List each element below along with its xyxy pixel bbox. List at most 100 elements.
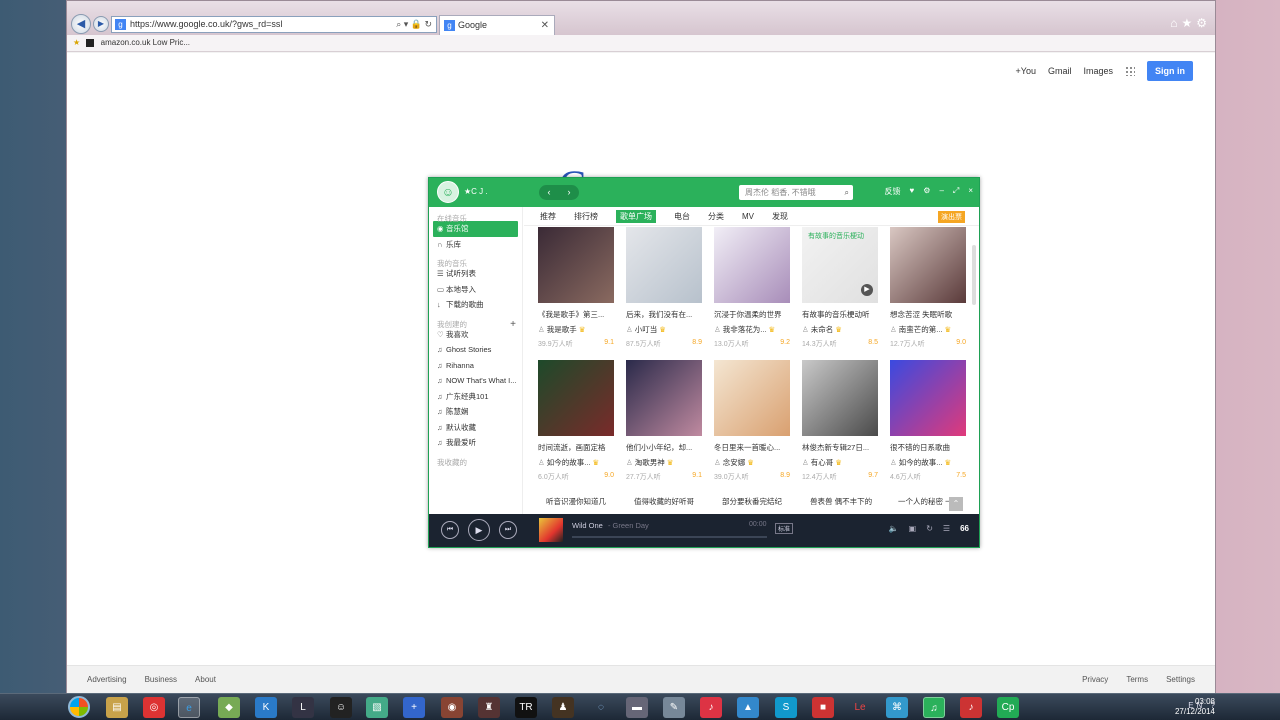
close-icon[interactable]: × <box>968 186 973 197</box>
clock[interactable]: 03:08 27/12/2014 <box>1175 697 1215 717</box>
link-gmail[interactable]: Gmail <box>1048 66 1072 76</box>
league-icon[interactable]: L <box>292 697 314 718</box>
playlist-title[interactable]: 有故事的音乐梗动听 <box>802 309 878 320</box>
settings-gear-icon[interactable]: ⚙ <box>923 186 930 197</box>
tab-mv[interactable]: MV <box>742 207 754 225</box>
sign-in-button[interactable]: Sign in <box>1147 61 1193 81</box>
playlist-title[interactable]: 兽表兽 偶不丰下的 <box>810 496 872 507</box>
playlist-title[interactable]: 他们小小年纪，却... <box>626 442 702 453</box>
user-avatar-icon[interactable]: ☺ <box>437 181 459 203</box>
playlist-creator[interactable]: ♙ 未命名 ♛ <box>802 324 878 335</box>
playlist-cover[interactable] <box>626 227 702 303</box>
itunes-icon[interactable]: ♪ <box>700 697 722 718</box>
explorer-icon[interactable]: ▤ <box>106 697 128 718</box>
playlist-card[interactable]: 林俊杰新专辑27日... ♙ 有心哥 ♛ 12.4万人听 9.7 <box>802 360 878 481</box>
playlist-cover[interactable] <box>626 360 702 436</box>
playlist-title[interactable]: 很不错的日系歌曲 <box>890 442 966 453</box>
app-icon[interactable]: ◆ <box>218 697 240 718</box>
network-app-icon[interactable]: ⌘ <box>886 697 908 718</box>
footer-about[interactable]: About <box>195 675 216 684</box>
playlist-creator[interactable]: ♙ 小叮当 ♛ <box>626 324 702 335</box>
game2-icon[interactable]: ♜ <box>478 697 500 718</box>
forward-button[interactable]: ▶ <box>93 16 109 32</box>
favorites-star-icon[interactable]: ★ <box>73 38 80 47</box>
playlist-icon[interactable]: ☰ <box>943 524 950 533</box>
loop-icon[interactable]: ↻ <box>926 524 933 533</box>
play-overlay-icon[interactable]: ▶ <box>861 284 873 296</box>
tab-playlist-square[interactable]: 歌单广场 <box>616 210 656 223</box>
search-icon[interactable]: ⌕ <box>845 185 849 200</box>
playlist-card[interactable]: 时间流逝，画面定格 ♙ 如今的故事... ♛ 6.0万人听 9.0 <box>538 360 614 481</box>
footer-business[interactable]: Business <box>145 675 177 684</box>
playlist-card[interactable]: 有故事的音乐梗动 ▶ 有故事的音乐梗动听 ♙ 未命名 ♛ 14.3万人听 8.5 <box>802 227 878 348</box>
next-icon[interactable]: ⏭ <box>499 521 517 539</box>
tab-charts[interactable]: 排行榜 <box>574 207 598 225</box>
mini-mode-icon[interactable]: ⤢ <box>953 186 959 197</box>
address-tools-icon[interactable]: ⌕ ▾ 🔒 ↻ <box>396 17 432 32</box>
sidebar-item-playlist[interactable]: ♫ 陈慧娴 <box>429 404 522 420</box>
internet-explorer-icon[interactable]: e <box>178 697 200 718</box>
paint-app-icon[interactable]: ✎ <box>663 697 685 718</box>
browser-icons[interactable]: ⌂★⚙ <box>1170 16 1211 30</box>
playlist-creator[interactable]: ♙ 念安娜 ♛ <box>714 457 790 468</box>
play-icon[interactable]: ▶ <box>468 519 490 541</box>
qq-music-taskbar-icon[interactable]: ♫ <box>923 697 945 718</box>
start-button[interactable] <box>68 696 90 718</box>
feedback-button[interactable]: 反馈 <box>885 186 901 197</box>
playlist-title[interactable]: 值得收藏的好听哥 <box>634 496 694 507</box>
sidebar-item-music-hall[interactable]: ◉ 音乐馆 <box>433 221 518 237</box>
link-plus-you[interactable]: +You <box>1016 66 1036 76</box>
captivate-icon[interactable]: Cp <box>997 697 1019 718</box>
sidebar-item-downloads[interactable]: ↓ 下载的歌曲 <box>429 297 522 313</box>
apps-grid-icon[interactable] <box>1125 66 1135 76</box>
lyrics-icon[interactable]: ▣ <box>909 524 917 533</box>
sidebar-item-playlist[interactable]: ♫ 默认收藏 <box>429 420 522 436</box>
playlist-creator[interactable]: ♙ 有心哥 ♛ <box>802 457 878 468</box>
close-tab-icon[interactable]: ✕ <box>541 16 549 35</box>
footer-settings[interactable]: Settings <box>1166 675 1195 684</box>
sidebar-item-playlist[interactable]: ♫ Rihanna <box>429 358 522 374</box>
tr-app-icon[interactable]: TR <box>515 697 537 718</box>
playlist-title[interactable]: 部分要秋番完结纪 <box>722 496 782 507</box>
playlist-creator[interactable]: ♙ 我非落花为... ♛ <box>714 324 790 335</box>
app-red-icon[interactable]: ■ <box>812 697 834 718</box>
playlist-title[interactable]: 《我是歌手》第三... <box>538 309 614 320</box>
playlist-title[interactable]: 后来，我们没有在... <box>626 309 702 320</box>
quality-badge[interactable]: 标准 <box>775 523 794 534</box>
address-bar[interactable]: g https://www.google.co.uk/?gws_rd=ssl ⌕… <box>111 16 437 33</box>
skype-icon[interactable]: S <box>775 697 797 718</box>
sidebar-item-local-import[interactable]: ▭ 本地导入 <box>429 282 522 298</box>
playlist-creator[interactable]: ♙ 南蛮芒的第... ♛ <box>890 324 966 335</box>
playlist-cover[interactable] <box>714 227 790 303</box>
sidebar-item-playlist[interactable]: ♫ 我最爱听 <box>429 435 522 451</box>
media-app-icon[interactable]: ◌ <box>590 697 612 718</box>
sidebar-item-playlist[interactable]: ♫ NOW That's What I... <box>429 373 522 389</box>
playlist-cover[interactable] <box>714 360 790 436</box>
tab-categories[interactable]: 分类 <box>708 207 724 225</box>
link-images[interactable]: Images <box>1083 66 1113 76</box>
progress-bar[interactable] <box>572 536 767 538</box>
playlist-card[interactable]: 冬日里来一首暖心... ♙ 念安娜 ♛ 39.0万人听 8.9 <box>714 360 790 481</box>
sidebar-item-library[interactable]: ∩ 乐库 <box>429 237 522 253</box>
scroll-top-icon[interactable]: ⌃ <box>949 497 963 511</box>
playlist-card[interactable]: 想念苦涩 失眠听歌 ♙ 南蛮芒的第... ♛ 12.7万人听 9.0 <box>890 227 966 348</box>
scrollbar[interactable] <box>972 245 976 305</box>
skin-icon[interactable]: ♥ <box>910 186 915 197</box>
concert-ticket-badge[interactable]: 演出票 <box>938 211 965 223</box>
tab-radio[interactable]: 电台 <box>674 207 690 225</box>
playlist-cover[interactable] <box>538 360 614 436</box>
photo-app-icon[interactable]: ♟ <box>552 697 574 718</box>
tab-google[interactable]: g Google ✕ <box>439 15 555 35</box>
sidebar-item-favorites[interactable]: ♡ 我喜欢 <box>429 327 510 343</box>
playlist-card[interactable]: 他们小小年纪，却... ♙ 淘歌男神 ♛ 27.7万人听 9.1 <box>626 360 702 481</box>
playlist-title[interactable]: 听音识漫你知道几 <box>546 496 606 507</box>
sidebar-item-playlist[interactable]: ♫ Ghost Stories <box>429 342 522 358</box>
k-app-icon[interactable]: K <box>255 697 277 718</box>
footer-advertising[interactable]: Advertising <box>87 675 127 684</box>
favorite-amazon[interactable]: amazon.co.uk Low Pric... <box>101 38 190 47</box>
minimize-icon[interactable]: – <box>939 186 943 197</box>
back-button[interactable]: ◀ <box>71 14 91 34</box>
playlist-cover[interactable] <box>890 360 966 436</box>
playlist-card[interactable]: 《我是歌手》第三... ♙ 我是歌手 ♛ 39.9万人听 9.1 <box>538 227 614 348</box>
playlist-count[interactable]: 66 <box>960 524 969 533</box>
